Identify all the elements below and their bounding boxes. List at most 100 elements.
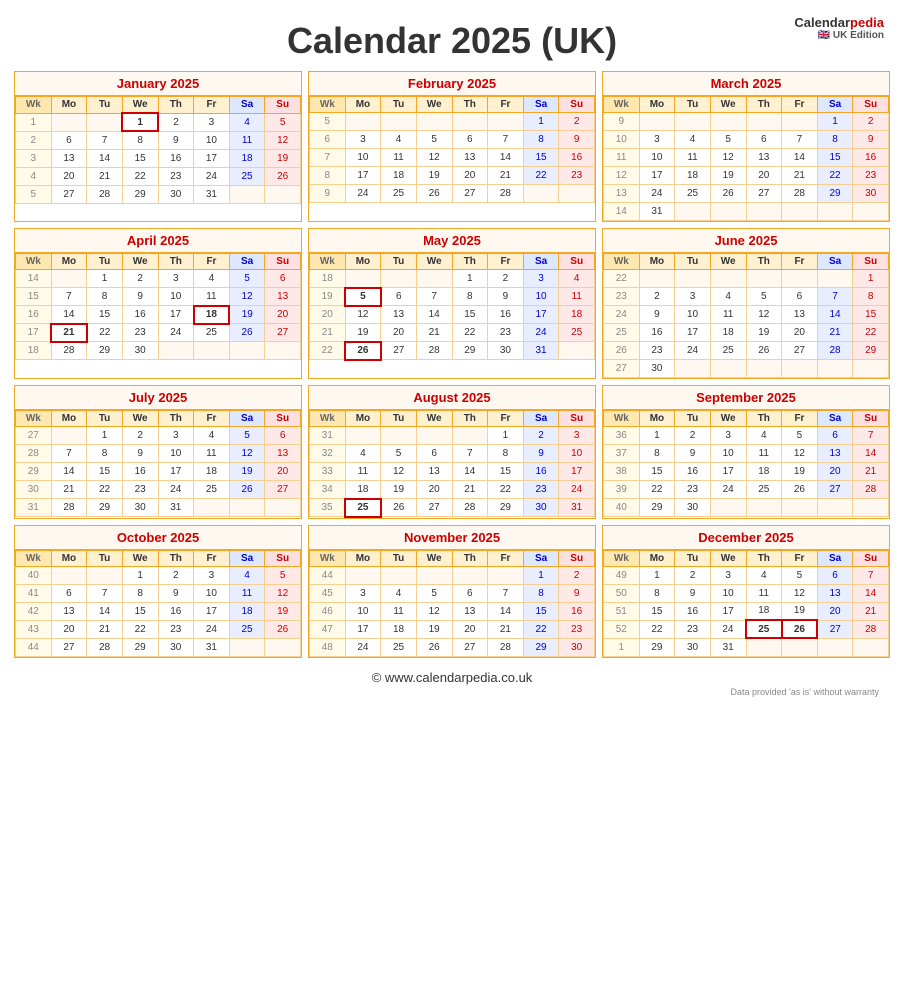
saturday-cell: 24 bbox=[523, 324, 559, 342]
col-header-su: Su bbox=[265, 411, 301, 427]
weekday-cell: 30 bbox=[675, 499, 711, 517]
month-table-3: WkMoTuWeThFrSaSu912103456789111011121314… bbox=[603, 96, 889, 221]
weekday-cell bbox=[381, 427, 417, 445]
sunday-cell bbox=[853, 638, 889, 656]
weekday-cell: 20 bbox=[452, 620, 488, 638]
weekday-cell bbox=[416, 113, 452, 131]
sunday-cell: 5 bbox=[265, 113, 301, 131]
weekday-cell: 24 bbox=[194, 620, 230, 638]
week-row: 4610111213141516 bbox=[310, 602, 595, 620]
weekday-cell: 15 bbox=[122, 149, 158, 167]
weekday-cell: 9 bbox=[675, 584, 711, 602]
col-header-tu: Tu bbox=[675, 97, 711, 113]
month-block-12: December 2025WkMoTuWeThFrSaSu49123456750… bbox=[602, 525, 890, 658]
weekday-cell: 18 bbox=[345, 481, 381, 499]
sunday-cell: 1 bbox=[853, 270, 889, 288]
weekday-cell: 7 bbox=[488, 584, 524, 602]
week-number: 44 bbox=[16, 638, 52, 656]
weekday-cell: 14 bbox=[51, 463, 87, 481]
weekday-cell: 12 bbox=[710, 149, 746, 167]
weekday-cell: 23 bbox=[639, 342, 675, 360]
weekday-cell: 4 bbox=[194, 427, 230, 445]
col-header-sa: Sa bbox=[523, 411, 559, 427]
week-row: 2119202122232425 bbox=[310, 324, 595, 342]
calendar-grid: January 2025WkMoTuWeThFrSaSu112345267891… bbox=[10, 67, 894, 662]
week-number: 8 bbox=[310, 167, 346, 185]
col-header-fr: Fr bbox=[194, 550, 230, 566]
saturday-cell: 2 bbox=[523, 427, 559, 445]
saturday-cell: 28 bbox=[817, 342, 853, 360]
weekday-cell: 20 bbox=[51, 620, 87, 638]
weekday-cell: 10 bbox=[639, 149, 675, 167]
weekday-cell: 3 bbox=[710, 427, 746, 445]
saturday-cell: 26 bbox=[229, 324, 265, 342]
month-title-6: June 2025 bbox=[603, 229, 889, 253]
col-header-wk: Wk bbox=[16, 550, 52, 566]
weekday-cell: 18 bbox=[746, 602, 782, 620]
weekday-cell: 12 bbox=[782, 445, 818, 463]
week-row: 26789101112 bbox=[16, 131, 301, 149]
col-header-tu: Tu bbox=[87, 97, 123, 114]
weekday-cell: 29 bbox=[488, 499, 524, 517]
weekday-cell bbox=[488, 566, 524, 584]
weekday-cell: 11 bbox=[746, 584, 782, 602]
week-number: 19 bbox=[310, 288, 346, 306]
weekday-cell: 19 bbox=[782, 602, 818, 620]
weekday-cell: 3 bbox=[194, 113, 230, 131]
weekday-cell: 15 bbox=[122, 602, 158, 620]
weekday-cell: 9 bbox=[122, 288, 158, 306]
saturday-cell: 13 bbox=[817, 584, 853, 602]
week-row: 1431 bbox=[604, 203, 889, 221]
week-number: 36 bbox=[604, 427, 640, 445]
weekday-cell: 19 bbox=[746, 324, 782, 342]
saturday-cell: 1 bbox=[817, 113, 853, 131]
weekday-cell bbox=[345, 566, 381, 584]
sunday-cell: 16 bbox=[559, 149, 595, 167]
saturday-cell: 1 bbox=[523, 113, 559, 131]
weekday-cell: 25 bbox=[746, 481, 782, 499]
sunday-cell: 2 bbox=[559, 566, 595, 584]
month-block-6: June 2025WkMoTuWeThFrSaSu221232345678249… bbox=[602, 228, 890, 379]
month-table-1: WkMoTuWeThFrSaSu112345267891011123131415… bbox=[15, 96, 301, 204]
weekday-cell: 29 bbox=[122, 638, 158, 656]
sunday-cell: 17 bbox=[559, 463, 595, 481]
weekday-cell: 7 bbox=[452, 445, 488, 463]
week-number: 10 bbox=[604, 131, 640, 149]
month-table-8: WkMoTuWeThFrSaSu311233245678910331112131… bbox=[309, 410, 595, 518]
sunday-cell bbox=[853, 499, 889, 517]
weekday-cell: 8 bbox=[639, 445, 675, 463]
weekday-cell: 1 bbox=[639, 427, 675, 445]
weekday-cell: 24 bbox=[345, 185, 381, 203]
saturday-cell: 27 bbox=[817, 620, 853, 638]
week-row: 2516171819202122 bbox=[604, 324, 889, 342]
weekday-cell: 7 bbox=[51, 445, 87, 463]
col-header-wk: Wk bbox=[16, 411, 52, 427]
sunday-cell: 4 bbox=[559, 270, 595, 288]
month-table-7: WkMoTuWeThFrSaSu271234562878910111213291… bbox=[15, 410, 301, 517]
sunday-cell bbox=[265, 185, 301, 203]
sunday-cell: 21 bbox=[853, 463, 889, 481]
week-number: 11 bbox=[604, 149, 640, 167]
saturday-cell: 11 bbox=[229, 584, 265, 602]
weekday-cell: 20 bbox=[381, 324, 417, 342]
col-header-th: Th bbox=[746, 254, 782, 270]
week-number: 16 bbox=[16, 306, 52, 324]
sunday-cell bbox=[559, 185, 595, 203]
week-number: 50 bbox=[604, 584, 640, 602]
week-number: 40 bbox=[16, 566, 52, 584]
weekday-cell: 16 bbox=[675, 602, 711, 620]
week-row: 19567891011 bbox=[310, 288, 595, 306]
saturday-cell: 23 bbox=[523, 481, 559, 499]
week-row: 361234567 bbox=[604, 427, 889, 445]
sunday-cell: 18 bbox=[559, 306, 595, 324]
weekday-cell: 20 bbox=[51, 167, 87, 185]
week-number: 14 bbox=[604, 203, 640, 221]
week-row: 3021222324252627 bbox=[16, 481, 301, 499]
weekday-cell: 27 bbox=[452, 185, 488, 203]
weekday-cell: 26 bbox=[782, 620, 818, 638]
weekday-cell: 14 bbox=[87, 602, 123, 620]
weekday-cell: 22 bbox=[488, 481, 524, 499]
saturday-cell: 5 bbox=[229, 427, 265, 445]
weekday-cell bbox=[416, 270, 452, 288]
week-row: 103456789 bbox=[604, 131, 889, 149]
